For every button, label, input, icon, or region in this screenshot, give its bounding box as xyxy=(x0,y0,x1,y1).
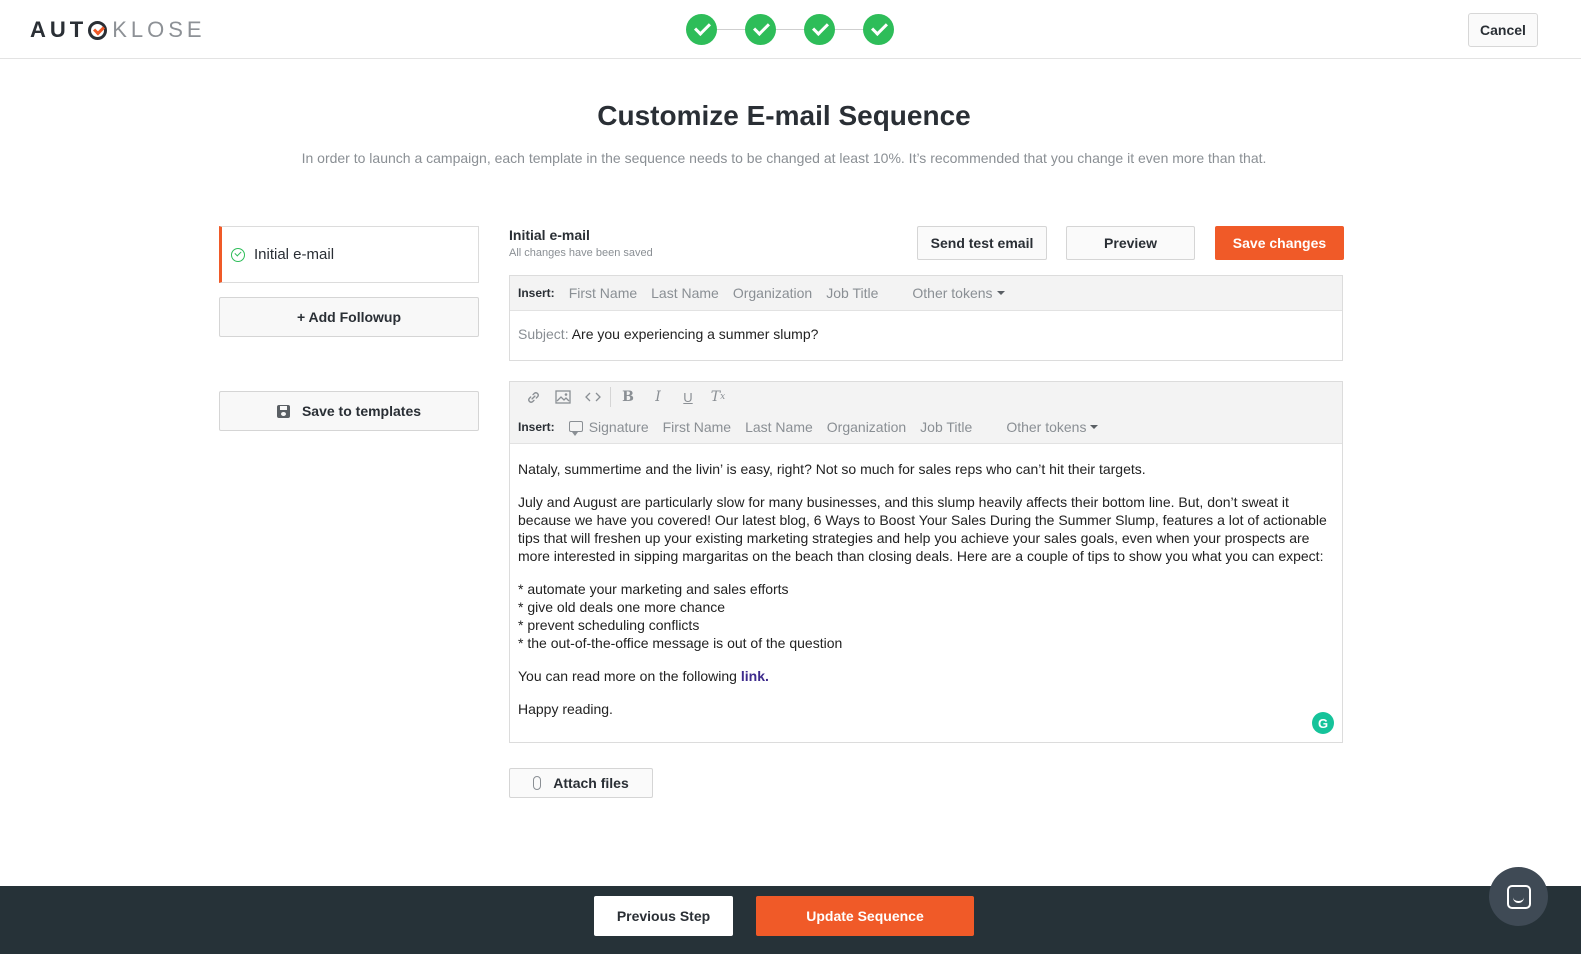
italic-icon[interactable]: I xyxy=(643,386,673,408)
paperclip-icon xyxy=(533,776,542,790)
step-connector xyxy=(717,29,745,30)
list-item: * the out-of-the-office message is out o… xyxy=(518,635,843,651)
logo-text-klose: KLOSE xyxy=(112,17,206,42)
list-item: * automate your marketing and sales effo… xyxy=(518,581,789,597)
subject-label: Subject: xyxy=(518,326,569,342)
previous-step-button[interactable]: Previous Step xyxy=(594,896,733,936)
grammarly-icon[interactable]: G xyxy=(1312,712,1334,734)
subject-value: Are you experiencing a summer slump? xyxy=(571,326,819,342)
body-token-bar: Insert: Signature First Name Last Name O… xyxy=(510,412,1342,442)
token-last-name[interactable]: Last Name xyxy=(745,419,813,435)
list-item: * prevent scheduling conflicts xyxy=(518,617,700,633)
body-bullet-list: * automate your marketing and sales effo… xyxy=(518,580,1334,652)
underline-icon[interactable]: U xyxy=(673,386,703,408)
caret-down-icon xyxy=(1090,425,1099,429)
other-tokens-label: Other tokens xyxy=(912,285,993,301)
token-first-name[interactable]: First Name xyxy=(663,419,731,435)
token-last-name[interactable]: Last Name xyxy=(651,285,719,301)
list-item: * give old deals one more chance xyxy=(518,599,726,615)
image-icon[interactable] xyxy=(548,386,578,408)
body-toolbar: B I U Tx Insert: Signature First Name La… xyxy=(510,382,1342,444)
token-organization[interactable]: Organization xyxy=(827,419,906,435)
attach-files-button[interactable]: Attach files xyxy=(509,768,653,798)
bold-icon[interactable]: B xyxy=(613,386,643,408)
toolbar-divider xyxy=(610,387,611,407)
update-sequence-button[interactable]: Update Sequence xyxy=(756,896,974,936)
step-4-check-icon[interactable] xyxy=(863,14,894,45)
chat-icon xyxy=(1506,884,1531,909)
body-link[interactable]: link. xyxy=(741,668,769,684)
save-to-templates-label: Save to templates xyxy=(301,403,422,419)
body-paragraph: You can read more on the following link. xyxy=(518,667,1334,685)
step-2-check-icon[interactable] xyxy=(745,14,776,45)
check-circle-icon xyxy=(231,247,245,262)
body-editor: B I U Tx Insert: Signature First Name La… xyxy=(509,381,1343,743)
chat-launcher-button[interactable] xyxy=(1489,867,1548,926)
logo-check-icon xyxy=(88,20,108,40)
body-paragraph: July and August are particularly slow fo… xyxy=(518,494,1327,564)
save-to-templates-button[interactable]: Save to templates xyxy=(219,391,479,431)
link-icon[interactable] xyxy=(518,386,548,408)
body-paragraph: Happy reading. xyxy=(518,701,613,717)
caret-down-icon xyxy=(996,291,1005,295)
step-connector xyxy=(776,29,804,30)
logo-text-auto: AUT xyxy=(30,17,88,42)
other-tokens-dropdown[interactable]: Other tokens xyxy=(912,285,1005,301)
other-tokens-label: Other tokens xyxy=(1006,419,1087,435)
token-job-title[interactable]: Job Title xyxy=(826,285,878,301)
send-test-email-button[interactable]: Send test email xyxy=(917,226,1047,260)
sequence-item-label: Initial e-mail xyxy=(254,246,335,263)
token-first-name[interactable]: First Name xyxy=(569,285,637,301)
signature-label: Signature xyxy=(588,419,649,435)
save-changes-button[interactable]: Save changes xyxy=(1215,226,1344,260)
token-signature[interactable]: Signature xyxy=(568,419,649,436)
email-title: Initial e-mail xyxy=(509,227,590,243)
attach-files-label: Attach files xyxy=(553,775,629,791)
floppy-disk-icon xyxy=(276,404,290,418)
sequence-item-initial-email[interactable]: Initial e-mail xyxy=(219,226,479,283)
insert-label: Insert: xyxy=(518,420,555,434)
step-connector xyxy=(835,29,863,30)
step-1-check-icon[interactable] xyxy=(686,14,717,45)
token-job-title[interactable]: Job Title xyxy=(920,419,972,435)
add-followup-button[interactable]: + Add Followup xyxy=(219,297,479,337)
token-organization[interactable]: Organization xyxy=(733,285,812,301)
subject-token-bar: Insert: First Name Last Name Organizatio… xyxy=(510,276,1342,311)
preview-button[interactable]: Preview xyxy=(1066,226,1195,260)
cancel-button[interactable]: Cancel xyxy=(1468,13,1538,47)
save-status: All changes have been saved xyxy=(509,247,653,259)
top-bar: AUT KLOSE Cancel xyxy=(0,0,1581,59)
format-toolbar: B I U Tx xyxy=(510,382,1342,412)
other-tokens-dropdown[interactable]: Other tokens xyxy=(1006,419,1099,435)
subject-editor: Insert: First Name Last Name Organizatio… xyxy=(509,275,1343,361)
subject-input[interactable]: Subject: Are you experiencing a summer s… xyxy=(510,311,1342,357)
step-progress xyxy=(686,14,894,45)
speech-bubble-icon xyxy=(568,421,583,436)
body-text-area[interactable]: Nataly, summertime and the livin’ is eas… xyxy=(510,444,1342,718)
clear-format-icon[interactable]: Tx xyxy=(703,386,733,408)
body-text: You can read more on the following xyxy=(518,668,737,684)
step-3-check-icon[interactable] xyxy=(804,14,835,45)
insert-label: Insert: xyxy=(518,286,555,300)
autoklose-logo[interactable]: AUT KLOSE xyxy=(30,17,206,43)
body-paragraph: Nataly, summertime and the livin’ is eas… xyxy=(518,461,1146,477)
code-icon[interactable] xyxy=(578,386,608,408)
page-subtitle: In order to launch a campaign, each temp… xyxy=(301,150,1267,166)
page-title: Customize E-mail Sequence xyxy=(597,100,971,131)
